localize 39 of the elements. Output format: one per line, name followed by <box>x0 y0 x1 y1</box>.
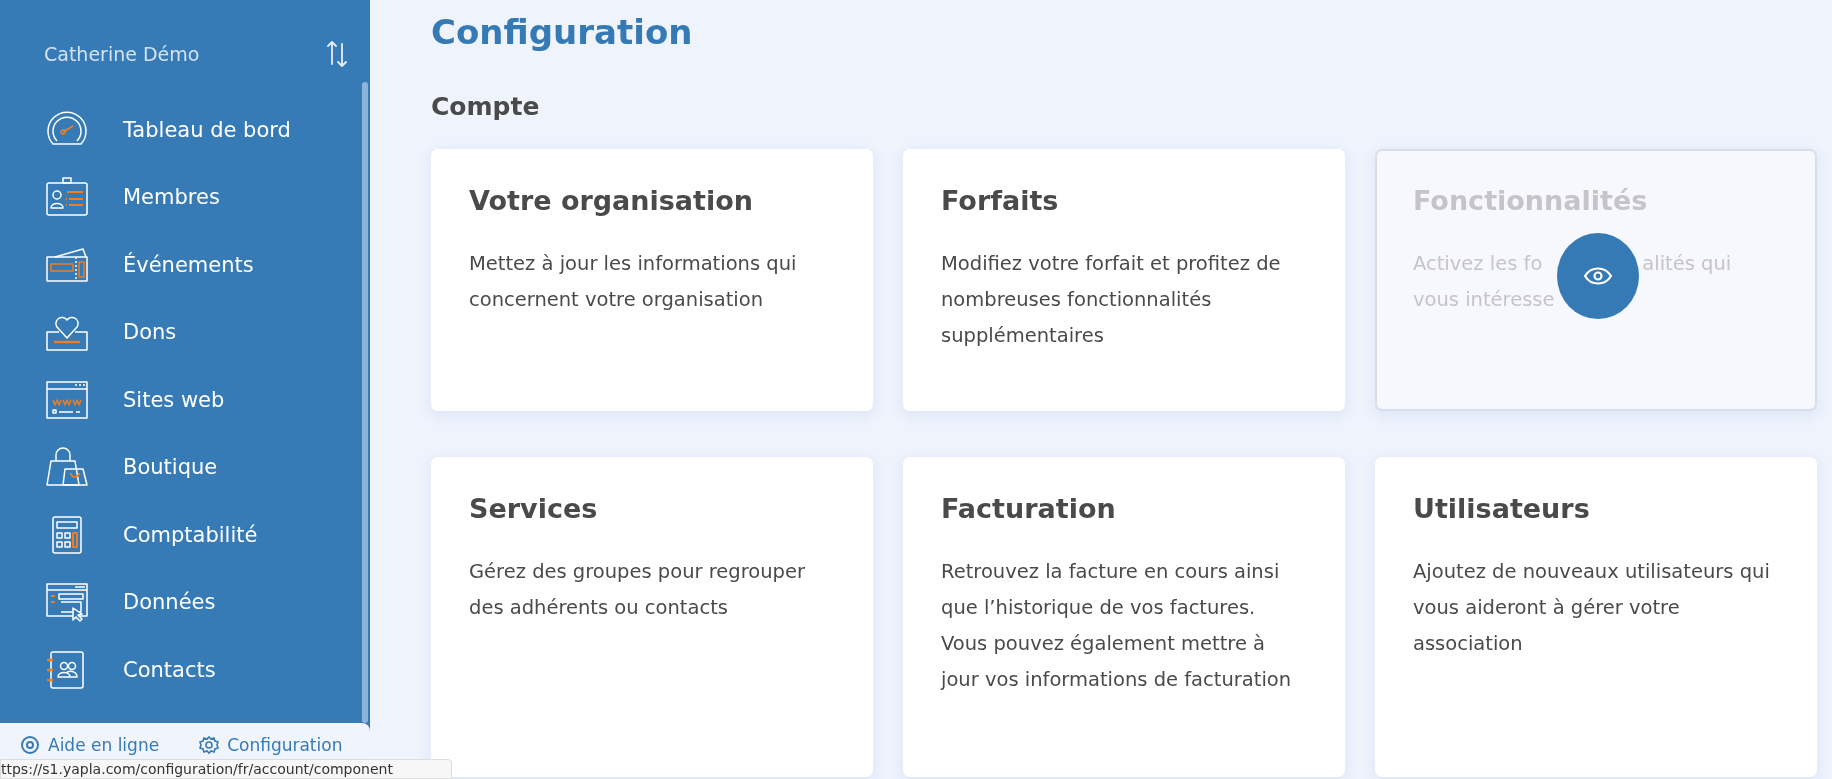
card-description: Modifiez votre forfait et profitez de nombreuses fonctionnalités supplémentaires <box>941 251 1282 349</box>
sidebar-item[interactable]: Sites web <box>0 366 370 434</box>
sidebar-item[interactable]: Tableau de bord <box>0 96 370 164</box>
settings-card[interactable]: Services Gérez des groupes pour regrouper des adhérents ou contacts <box>431 457 873 777</box>
card-title: Services <box>469 493 599 524</box>
card-description: Mettez à jour les informations qui concernent votre organisation <box>469 251 798 313</box>
settings-card[interactable]: Forfaits Modifiez votre forfait et profitez de nombreuses fonctionnalités supplémentaires <box>903 149 1345 411</box>
section-title: Compte <box>431 92 541 121</box>
browser-cursor-icon <box>45 582 89 623</box>
card-description: Retrouvez la facture en cours ainsi que l’historique de vos factures. Vous pouvez également mettre à jour vos informations de facturation <box>941 559 1293 693</box>
page-title: Configuration <box>431 12 694 52</box>
browser-icon <box>45 379 89 420</box>
id-badge-icon <box>45 177 89 218</box>
sidebar-item[interactable]: Membres <box>0 163 370 231</box>
sidebar-item[interactable]: Comptabilité <box>0 501 370 569</box>
user-name: Catherine Démo <box>44 43 200 65</box>
eye-icon <box>1583 266 1613 286</box>
sidebar-item[interactable]: Dons <box>0 298 370 366</box>
shopping-bag-icon <box>45 447 89 488</box>
sidebar-item[interactable]: Contacts <box>0 636 370 704</box>
sidebar-item[interactable]: Boutique <box>0 433 370 501</box>
sidebar-item[interactable]: Données <box>0 568 370 636</box>
swap-icon[interactable] <box>326 39 348 69</box>
card-title: Forfaits <box>941 185 1060 216</box>
settings-card[interactable]: Facturation Retrouvez la facture en cours ainsi que l’historique de vos factures. Vous pouvez également mettre à jour vos informations de facturation <box>903 457 1345 777</box>
settings-card[interactable]: Utilisateurs Ajoutez de nouveaux utilisateurs qui vous aideront à gérer votre association <box>1375 457 1817 777</box>
card-description: Gérez des groupes pour regrouper des adhérents ou contacts <box>469 559 806 621</box>
settings-card[interactable]: Votre organisation Mettez à jour les informations qui concernent votre organisation <box>431 149 873 411</box>
footer-link[interactable]: Configuration <box>199 733 343 757</box>
status-url: ttps://s1.yapla.com/configuration/fr/account/component <box>0 759 452 779</box>
sidebar-item[interactable]: Événements <box>0 231 370 299</box>
settings-icon <box>199 735 220 755</box>
card-description: Ajoutez de nouveaux utilisateurs qui vous aideront à gérer votre association <box>1413 559 1771 657</box>
card-title: Utilisateurs <box>1413 493 1591 524</box>
scrollbar[interactable] <box>362 82 368 723</box>
card-title: Votre organisation <box>469 185 754 216</box>
help-icon <box>20 735 40 755</box>
card-title: Facturation <box>941 493 1117 524</box>
footer-link[interactable]: Aide en ligne <box>20 733 160 757</box>
